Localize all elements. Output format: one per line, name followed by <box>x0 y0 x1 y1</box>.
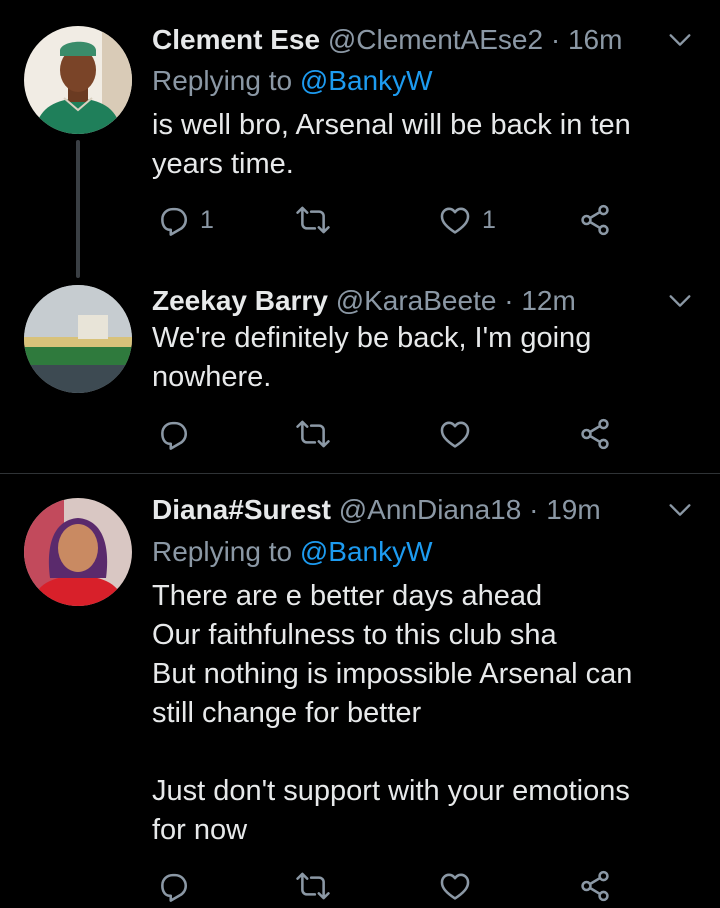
replying-to-label: Replying to <box>152 536 293 567</box>
avatar[interactable] <box>24 285 132 393</box>
reply-button[interactable]: 1 <box>156 198 214 242</box>
timestamp[interactable]: 16m <box>568 24 622 55</box>
like-icon <box>438 417 472 451</box>
retweet-icon <box>296 203 330 237</box>
mention-link[interactable]: @BankyW <box>300 65 433 96</box>
thread-line <box>76 140 80 278</box>
tweet-zeekay-barry[interactable]: Zeekay Barry @KaraBeete · 12m We're defi… <box>0 265 720 473</box>
like-count: 1 <box>482 205 496 234</box>
share-icon <box>578 417 612 451</box>
retweet-button[interactable] <box>296 864 330 908</box>
tweet-text-line: years time. <box>152 148 294 180</box>
chevron-down-icon[interactable] <box>666 287 694 315</box>
avatar[interactable] <box>24 26 132 134</box>
tweet-header: Clement Ese @ClementAEse2 · 16m <box>152 20 660 60</box>
tweet-clement-ese[interactable]: Clement Ese @ClementAEse2 · 16m Replying… <box>0 0 720 278</box>
like-button[interactable] <box>438 864 472 908</box>
timestamp[interactable]: 19m <box>546 494 600 525</box>
display-name[interactable]: Diana#Surest <box>152 494 331 525</box>
share-button[interactable] <box>578 412 612 456</box>
tweet-header: Diana#Surest @AnnDiana18 · 19m <box>152 490 660 530</box>
tweet-text: is well bro, Arsenal will be back in ten… <box>152 106 690 184</box>
share-button[interactable] <box>578 198 612 242</box>
separator-dot: · <box>529 494 539 525</box>
replying-to: Replying to @BankyW <box>152 532 433 572</box>
display-name[interactable]: Clement Ese <box>152 24 320 55</box>
tweet-text-line: We're definitely be back, I'm going <box>152 322 592 354</box>
user-handle[interactable]: @AnnDiana18 <box>339 494 522 525</box>
replying-to-label: Replying to <box>152 65 293 96</box>
chevron-down-icon[interactable] <box>666 496 694 524</box>
reply-button[interactable] <box>156 412 190 456</box>
share-button[interactable] <box>578 864 612 908</box>
tweet-text-line: But nothing is impossible Arsenal can <box>152 658 633 690</box>
like-button[interactable]: 1 <box>438 198 496 242</box>
reply-icon <box>156 417 190 451</box>
share-icon <box>578 203 612 237</box>
tweet-text: There are e better days ahead Our faithf… <box>152 577 690 850</box>
timestamp[interactable]: 12m <box>521 285 575 316</box>
tweet-text-line: still change for better <box>152 697 422 729</box>
retweet-icon <box>296 869 330 903</box>
tweet-text-line: for now <box>152 814 248 846</box>
action-bar <box>152 864 622 908</box>
tweet-text-line: Just don't support with your emotions <box>152 775 630 807</box>
tweet-text-line: is well bro, Arsenal will be back in ten <box>152 109 631 141</box>
mention-link[interactable]: @BankyW <box>300 536 433 567</box>
separator-dot: · <box>550 24 561 55</box>
display-name[interactable]: Zeekay Barry <box>152 285 328 316</box>
action-bar <box>152 412 622 456</box>
action-bar: 1 1 <box>152 198 622 242</box>
retweet-button[interactable] <box>296 412 330 456</box>
reply-count: 1 <box>200 205 214 234</box>
chevron-down-icon[interactable] <box>666 26 694 54</box>
retweet-icon <box>296 417 330 451</box>
like-button[interactable] <box>438 412 472 456</box>
user-handle[interactable]: @ClementAEse2 <box>328 24 543 55</box>
tweet-header: Zeekay Barry @KaraBeete · 12m <box>152 281 660 321</box>
like-icon <box>438 869 472 903</box>
tweet-text: We're definitely be back, I'm going nowh… <box>152 319 690 397</box>
user-handle[interactable]: @KaraBeete <box>336 285 497 316</box>
tweet-text-line: There are e better days ahead <box>152 580 543 612</box>
retweet-button[interactable] <box>296 198 330 242</box>
tweet-text-line: nowhere. <box>152 361 272 393</box>
reply-button[interactable] <box>156 864 190 908</box>
share-icon <box>578 869 612 903</box>
reply-icon <box>156 203 190 237</box>
avatar[interactable] <box>24 498 132 606</box>
separator-dot: · <box>504 285 514 316</box>
replying-to: Replying to @BankyW <box>152 61 433 101</box>
tweet-text-line: Our faithfulness to this club sha <box>152 619 557 651</box>
tweet-diana-surest[interactable]: Diana#Surest @AnnDiana18 · 19m Replying … <box>0 474 720 888</box>
reply-icon <box>156 869 190 903</box>
like-icon <box>438 203 472 237</box>
